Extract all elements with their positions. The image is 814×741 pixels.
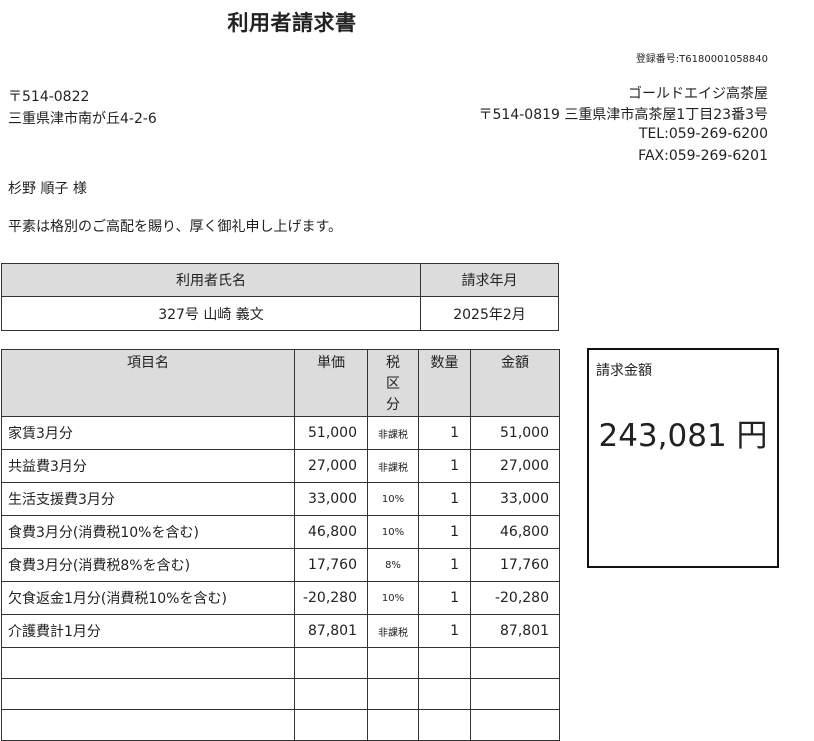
table-row: 介護費計1月分 87,801 非課税 1 87,801 bbox=[1, 614, 560, 648]
header-billing-month: 請求年月 bbox=[420, 263, 559, 297]
item-quantity: 1 bbox=[418, 482, 471, 516]
header-unit-price: 単価 bbox=[294, 349, 368, 417]
issuer-fax: FAX:059-269-6201 bbox=[638, 148, 768, 164]
item-tax-category: 10% bbox=[367, 515, 419, 549]
item-amount: -20,280 bbox=[470, 581, 560, 615]
item-quantity: 1 bbox=[418, 548, 471, 582]
greeting-text: 平素は格別のご高配を賜り、厚く御礼申し上げます。 bbox=[8, 219, 343, 235]
header-tax-category: 税区分 bbox=[367, 349, 419, 417]
issuer-tel: TEL:059-269-6200 bbox=[638, 126, 768, 142]
billing-total-label: 請求金額 bbox=[596, 363, 652, 379]
table-row: 食費3月分(消費税10%を含む) 46,800 10% 1 46,800 bbox=[1, 515, 560, 549]
item-quantity: 1 bbox=[418, 614, 471, 648]
item-amount: 33,000 bbox=[470, 482, 560, 516]
item-unit-price: 46,800 bbox=[294, 515, 368, 549]
item-quantity: 1 bbox=[418, 449, 471, 483]
table-header-row: 利用者氏名 請求年月 bbox=[1, 263, 559, 297]
table-row: 食費3月分(消費税8%を含む) 17,760 8% 1 17,760 bbox=[1, 548, 560, 582]
empty-row bbox=[1, 678, 560, 710]
item-unit-price: 27,000 bbox=[294, 449, 368, 483]
registration-number: 登録番号:T6180001058840 bbox=[635, 54, 768, 65]
billing-total-amount: 243,081 円 bbox=[598, 418, 768, 454]
item-name: 生活支援費3月分 bbox=[1, 482, 295, 516]
header-item-name: 項目名 bbox=[1, 349, 295, 417]
billing-items-table: 項目名 単価 税区分 数量 金額 家賃3月分 51,000 非課税 1 51,0… bbox=[1, 349, 560, 741]
item-quantity: 1 bbox=[418, 416, 471, 450]
recipient-postal: 〒514-0822 bbox=[8, 89, 90, 105]
user-name-cell: 327号 山崎 義文 bbox=[1, 296, 421, 331]
issuer-name: ゴールドエイジ高茶屋 bbox=[628, 86, 768, 102]
item-unit-price: 51,000 bbox=[294, 416, 368, 450]
item-unit-price: 33,000 bbox=[294, 482, 368, 516]
item-unit-price: -20,280 bbox=[294, 581, 368, 615]
item-name: 介護費計1月分 bbox=[1, 614, 295, 648]
table-row: 家賃3月分 51,000 非課税 1 51,000 bbox=[1, 416, 560, 450]
item-amount: 46,800 bbox=[470, 515, 560, 549]
empty-row bbox=[1, 709, 560, 741]
document-title: 利用者請求書 bbox=[227, 11, 357, 35]
empty-row bbox=[1, 647, 560, 679]
item-name: 家賃3月分 bbox=[1, 416, 295, 450]
billing-total-box: 請求金額 243,081 円 bbox=[587, 348, 779, 568]
item-quantity: 1 bbox=[418, 581, 471, 615]
item-amount: 17,760 bbox=[470, 548, 560, 582]
item-unit-price: 17,760 bbox=[294, 548, 368, 582]
billing-month-cell: 2025年2月 bbox=[420, 296, 559, 331]
item-tax-category: 10% bbox=[367, 581, 419, 615]
header-user-name: 利用者氏名 bbox=[1, 263, 421, 297]
item-unit-price: 87,801 bbox=[294, 614, 368, 648]
recipient-name: 杉野 順子 様 bbox=[8, 181, 87, 197]
item-amount: 87,801 bbox=[470, 614, 560, 648]
table-row: 327号 山崎 義文 2025年2月 bbox=[1, 296, 559, 331]
issuer-address: 〒514-0819 三重県津市高茶屋1丁目23番3号 bbox=[478, 107, 768, 123]
item-amount: 51,000 bbox=[470, 416, 560, 450]
header-amount: 金額 bbox=[470, 349, 560, 417]
item-quantity: 1 bbox=[418, 515, 471, 549]
item-tax-category: 非課税 bbox=[367, 614, 419, 648]
table-header-row: 項目名 単価 税区分 数量 金額 bbox=[1, 349, 560, 417]
item-name: 食費3月分(消費税8%を含む) bbox=[1, 548, 295, 582]
item-amount: 27,000 bbox=[470, 449, 560, 483]
item-tax-category: 8% bbox=[367, 548, 419, 582]
table-row: 生活支援費3月分 33,000 10% 1 33,000 bbox=[1, 482, 560, 516]
item-tax-category: 非課税 bbox=[367, 449, 419, 483]
item-name: 共益費3月分 bbox=[1, 449, 295, 483]
header-quantity: 数量 bbox=[418, 349, 471, 417]
recipient-address: 三重県津市南が丘4-2-6 bbox=[8, 111, 157, 127]
item-tax-category: 10% bbox=[367, 482, 419, 516]
item-name: 食費3月分(消費税10%を含む) bbox=[1, 515, 295, 549]
item-tax-category: 非課税 bbox=[367, 416, 419, 450]
table-row: 欠食返金1月分(消費税10%を含む) -20,280 10% 1 -20,280 bbox=[1, 581, 560, 615]
user-info-table: 利用者氏名 請求年月 327号 山崎 義文 2025年2月 bbox=[1, 263, 559, 331]
item-name: 欠食返金1月分(消費税10%を含む) bbox=[1, 581, 295, 615]
table-row: 共益費3月分 27,000 非課税 1 27,000 bbox=[1, 449, 560, 483]
